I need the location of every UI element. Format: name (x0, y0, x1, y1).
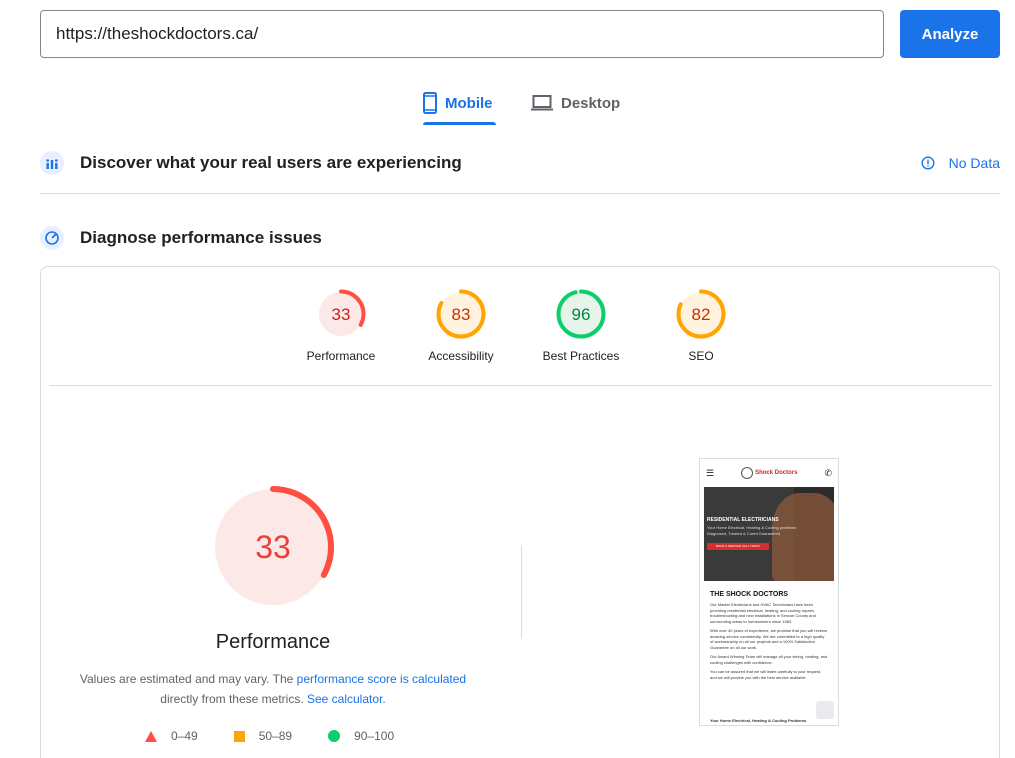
laptop-icon (531, 95, 553, 111)
performance-big-score: 33 (255, 529, 291, 565)
screenshot-header: ☰ Shock Doctors ✆ (700, 459, 838, 487)
screenshot-paragraph: Our Award Winning Team will manage all y… (710, 654, 828, 665)
accessibility-gauge: 83 (436, 289, 486, 339)
screenshot-footer: Your Home Electrical, Heating & Cooling … (710, 718, 807, 723)
accessibility-label: Accessibility (428, 349, 494, 363)
performance-label: Performance (306, 349, 376, 363)
performance-big-gauge: 33 (212, 486, 334, 608)
screenshot-body: THE SHOCK DOCTORS Our Master Electrician… (700, 591, 838, 680)
seo-gauge: 82 (676, 289, 726, 339)
seo-label: SEO (688, 349, 714, 363)
report-panel: 33 Performance 83 Accessibility 96 Best … (40, 266, 1000, 758)
technician-image (772, 493, 834, 581)
screenshot-hero: RESIDENTIAL ELECTRICIANS Your Home Elect… (704, 487, 834, 581)
page-screenshot: ☰ Shock Doctors ✆ RESIDENTIAL ELECTRICIA… (699, 458, 839, 726)
site-logo: Shock Doctors (741, 467, 797, 479)
performance-note: Values are estimated and may vary. The p… (65, 669, 481, 709)
url-input[interactable] (40, 10, 884, 58)
panel-divider (49, 385, 992, 386)
analyze-button[interactable]: Analyze (900, 10, 1000, 58)
note-prefix: Values are estimated and may vary. The (79, 672, 297, 686)
performance-title: Performance (215, 631, 331, 653)
discover-title: Discover what your real users are experi… (80, 153, 462, 172)
device-tabs: Mobile Desktop (0, 80, 1015, 126)
hero-text: Your Home Electrical, Heating & Cooling … (707, 525, 797, 536)
score-performance[interactable]: 33 Performance (281, 289, 401, 363)
legend-fail-label: 0–49 (171, 729, 198, 743)
tab-desktop-label: Desktop (561, 94, 621, 112)
score-accessibility[interactable]: 83 Accessibility (401, 289, 521, 363)
legend-fail: 0–49 (145, 729, 198, 743)
score-best-practices[interactable]: 96 Best Practices (521, 289, 641, 363)
users-chart-icon (40, 151, 64, 175)
note-middle: directly from these metrics. (160, 692, 307, 706)
phone-call-icon: ✆ (824, 467, 832, 478)
seo-score: 82 (692, 305, 711, 324)
no-data-status[interactable]: No Data (921, 146, 1000, 180)
score-seo[interactable]: 82 SEO (641, 289, 761, 363)
screenshot-paragraph: You can be assured that we will listen c… (710, 669, 822, 680)
screenshot-title: THE SHOCK DOCTORS (710, 591, 789, 598)
accessibility-score: 83 (452, 305, 471, 324)
tab-mobile-label: Mobile (445, 94, 493, 112)
see-calculator-link[interactable]: See calculator. (307, 692, 386, 706)
hamburger-icon: ☰ (706, 467, 715, 478)
best-practices-gauge: 96 (556, 289, 606, 339)
vertical-divider (521, 545, 522, 639)
diagnose-title: Diagnose performance issues (80, 228, 322, 247)
hero-button: BOOK A SERVICE CALL TODAY (707, 543, 769, 550)
legend-pass: 90–100 (328, 729, 394, 743)
triangle-icon (145, 730, 157, 742)
screenshot-paragraph: With over 40 years of experience, we pro… (710, 628, 828, 650)
section-divider (40, 193, 1000, 194)
diagnose-gauge-icon (40, 226, 64, 250)
score-legend: 0–49 50–89 90–100 (145, 729, 430, 743)
best-practices-label: Best Practices (542, 349, 620, 363)
legend-average-label: 50–89 (258, 729, 293, 743)
phone-icon (423, 92, 437, 114)
tab-mobile[interactable]: Mobile (423, 80, 496, 126)
no-data-label: No Data (948, 155, 1000, 171)
diagnose-section: Diagnose performance issues (40, 222, 1000, 254)
legend-average: 50–89 (233, 729, 293, 743)
performance-gauge: 33 (316, 289, 366, 339)
square-icon (233, 730, 245, 742)
best-practices-score: 96 (572, 305, 591, 324)
tab-desktop[interactable]: Desktop (531, 80, 626, 126)
discover-section: Discover what your real users are experi… (40, 146, 1000, 180)
screenshot-paragraph: Our Master Electricians and HVAC Technic… (710, 602, 816, 624)
performance-score-link[interactable]: performance score is calculated (297, 672, 466, 686)
recaptcha-icon (816, 701, 834, 719)
hero-heading: RESIDENTIAL ELECTRICIANS (707, 517, 779, 523)
info-icon (921, 156, 935, 170)
circle-icon (328, 730, 341, 742)
legend-pass-label: 90–100 (354, 729, 395, 743)
performance-score: 33 (332, 305, 351, 324)
